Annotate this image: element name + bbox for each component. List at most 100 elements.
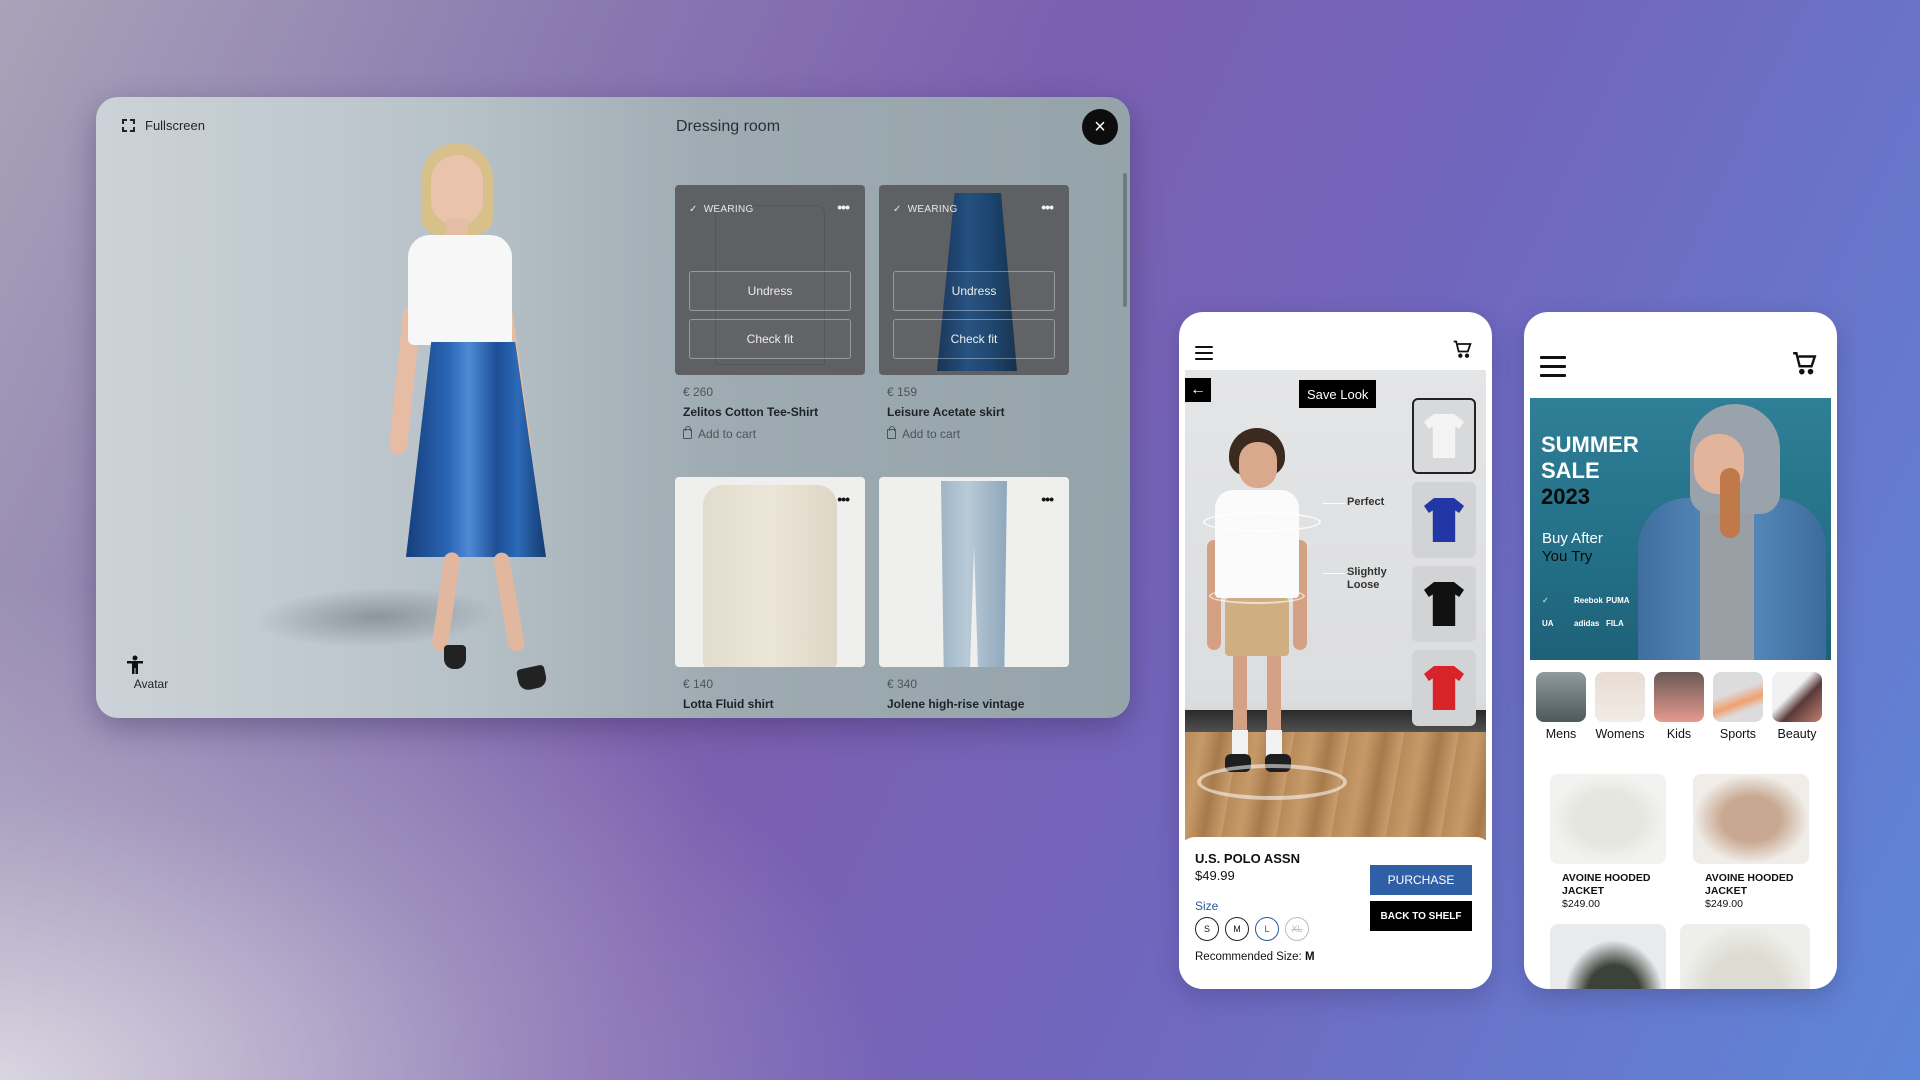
banner-year: 2023: [1541, 484, 1590, 509]
product-name[interactable]: Lotta Fluid shirt: [683, 697, 857, 711]
back-button[interactable]: ←: [1185, 378, 1211, 402]
fit-ring-chest: [1203, 512, 1321, 532]
banner-title-line1: SUMMER: [1541, 432, 1639, 457]
shopping-bag-icon: [683, 426, 692, 439]
category-label: Womens: [1595, 727, 1645, 741]
recommended-size-label: Recommended Size:: [1195, 951, 1302, 963]
product-card[interactable]: AVOINE HOODED JACKET $249.00: [1550, 774, 1666, 910]
product-tile[interactable]: •••: [879, 477, 1069, 667]
product-card: ••• € 340 Jolene high-rise vintage: [879, 477, 1069, 711]
category-thumbnail: [1595, 672, 1645, 722]
product-name[interactable]: Leisure Acetate skirt: [887, 405, 1061, 419]
banner-subtitle-line2: You Try: [1542, 548, 1593, 565]
banner-subtitle-line1: Buy After: [1542, 530, 1603, 547]
avatar-shoe-left: [444, 645, 466, 669]
shopping-bag-icon: [887, 426, 896, 439]
product-name: AVOINE HOODED JACKET: [1705, 872, 1794, 897]
product-tile[interactable]: •••: [675, 477, 865, 667]
shirt-image: [703, 485, 837, 667]
swatch-red[interactable]: [1412, 650, 1476, 726]
category-thumbnail: [1654, 672, 1704, 722]
category-label: Beauty: [1777, 727, 1817, 741]
more-options-icon[interactable]: •••: [837, 199, 850, 215]
product-price: € 159: [887, 385, 918, 399]
save-look-button[interactable]: Save Look: [1299, 380, 1377, 408]
product-tile[interactable]: ✓ WEARING ••• Undress Check fit: [675, 185, 865, 375]
product-info-sheet: U.S. POLO ASSN $49.99 Size S M L XL Reco…: [1179, 837, 1492, 989]
avatar-skirt: [406, 342, 546, 557]
dressing-room-panel: Fullscreen Dressing room × Avatar ✓ WEAR…: [96, 97, 1130, 718]
add-to-cart-button[interactable]: Add to cart: [683, 426, 857, 441]
close-button[interactable]: ×: [1082, 109, 1118, 145]
product-card[interactable]: AVOINE HOODED JACKET $249.00: [1693, 774, 1809, 910]
product-card[interactable]: [1550, 924, 1666, 989]
size-option-l[interactable]: L: [1255, 917, 1279, 941]
product-image: [1680, 924, 1810, 989]
tee-shirt-icon: [1424, 414, 1464, 458]
fit-label-chest: Perfect: [1347, 496, 1385, 508]
check-fit-button[interactable]: Check fit: [689, 319, 851, 359]
model-tee-shirt: [1215, 490, 1299, 598]
product-card: ✓ WEARING ••• Undress Check fit € 260 Ze…: [675, 185, 865, 441]
product-image: [1550, 924, 1666, 989]
avatar-button[interactable]: Avatar: [126, 655, 176, 691]
fit-pointer-line: [1323, 573, 1345, 574]
tee-shirt-icon: [1424, 498, 1464, 542]
category-sports[interactable]: Sports: [1713, 672, 1763, 741]
brand-logos: ✓ Reebok PUMA UA adidas FILA: [1542, 596, 1642, 628]
jeans-image: [941, 481, 1007, 667]
product-name[interactable]: Zelitos Cotton Tee-Shirt: [683, 405, 857, 419]
category-label: Mens: [1545, 727, 1577, 741]
category-thumbnail: [1772, 672, 1822, 722]
swatch-black[interactable]: [1412, 566, 1476, 642]
wearing-label: WEARING: [703, 204, 754, 215]
category-label: Sports: [1719, 727, 1757, 741]
product-name[interactable]: Jolene high-rise vintage: [887, 697, 1061, 711]
back-to-shelf-button[interactable]: BACK TO SHELF: [1370, 901, 1472, 931]
size-option-s[interactable]: S: [1195, 917, 1219, 941]
category-beauty[interactable]: Beauty: [1772, 672, 1822, 741]
undress-button[interactable]: Undress: [893, 271, 1055, 311]
product-price: € 260: [683, 385, 714, 399]
add-to-cart-label: Add to cart: [698, 427, 757, 441]
check-fit-button[interactable]: Check fit: [893, 319, 1055, 359]
cart-icon[interactable]: [1452, 339, 1472, 359]
more-options-icon[interactable]: •••: [837, 491, 850, 507]
add-to-cart-button[interactable]: Add to cart: [887, 426, 1061, 441]
product-brand: U.S. POLO ASSN: [1195, 851, 1300, 866]
wearing-badge: ✓ WEARING: [893, 204, 958, 215]
more-options-icon[interactable]: •••: [1041, 199, 1054, 215]
size-option-m[interactable]: M: [1225, 917, 1249, 941]
product-image: [1550, 774, 1666, 864]
category-thumbnail: [1713, 672, 1763, 722]
purchase-button[interactable]: PURCHASE: [1370, 865, 1472, 895]
avatar-3d-model[interactable]: [216, 137, 616, 717]
avatar-face: [431, 155, 483, 225]
menu-icon[interactable]: [1540, 356, 1566, 383]
add-to-cart-label: Add to cart: [902, 427, 961, 441]
scrollbar[interactable]: [1123, 173, 1127, 307]
category-mens[interactable]: Mens: [1536, 672, 1586, 741]
banner-title-line2: SALE: [1541, 458, 1600, 483]
cart-icon[interactable]: [1791, 350, 1817, 376]
reebok-logo: Reebok: [1574, 596, 1603, 605]
swatch-white[interactable]: [1412, 398, 1476, 474]
fila-logo: FILA: [1606, 619, 1624, 628]
product-price: € 140: [683, 677, 714, 691]
product-card[interactable]: [1680, 924, 1810, 989]
product-tile[interactable]: ✓ WEARING ••• Undress Check fit: [879, 185, 1069, 375]
summer-sale-banner[interactable]: SUMMER SALE 2023 Buy After You Try ✓ Ree…: [1530, 398, 1831, 660]
shop-phone-screen: SUMMER SALE 2023 Buy After You Try ✓ Ree…: [1524, 312, 1837, 989]
fit-pointer-line: [1323, 503, 1345, 504]
undress-button[interactable]: Undress: [689, 271, 851, 311]
category-kids[interactable]: Kids: [1654, 672, 1704, 741]
avatar-label: Avatar: [133, 677, 169, 691]
color-swatch-list: [1412, 398, 1476, 734]
swatch-blue[interactable]: [1412, 482, 1476, 558]
product-price: $249.00: [1705, 898, 1743, 910]
category-womens[interactable]: Womens: [1595, 672, 1645, 741]
wearing-badge: ✓ WEARING: [689, 204, 754, 215]
model-hair: [1720, 468, 1740, 538]
more-options-icon[interactable]: •••: [1041, 491, 1054, 507]
menu-icon[interactable]: [1195, 346, 1213, 364]
